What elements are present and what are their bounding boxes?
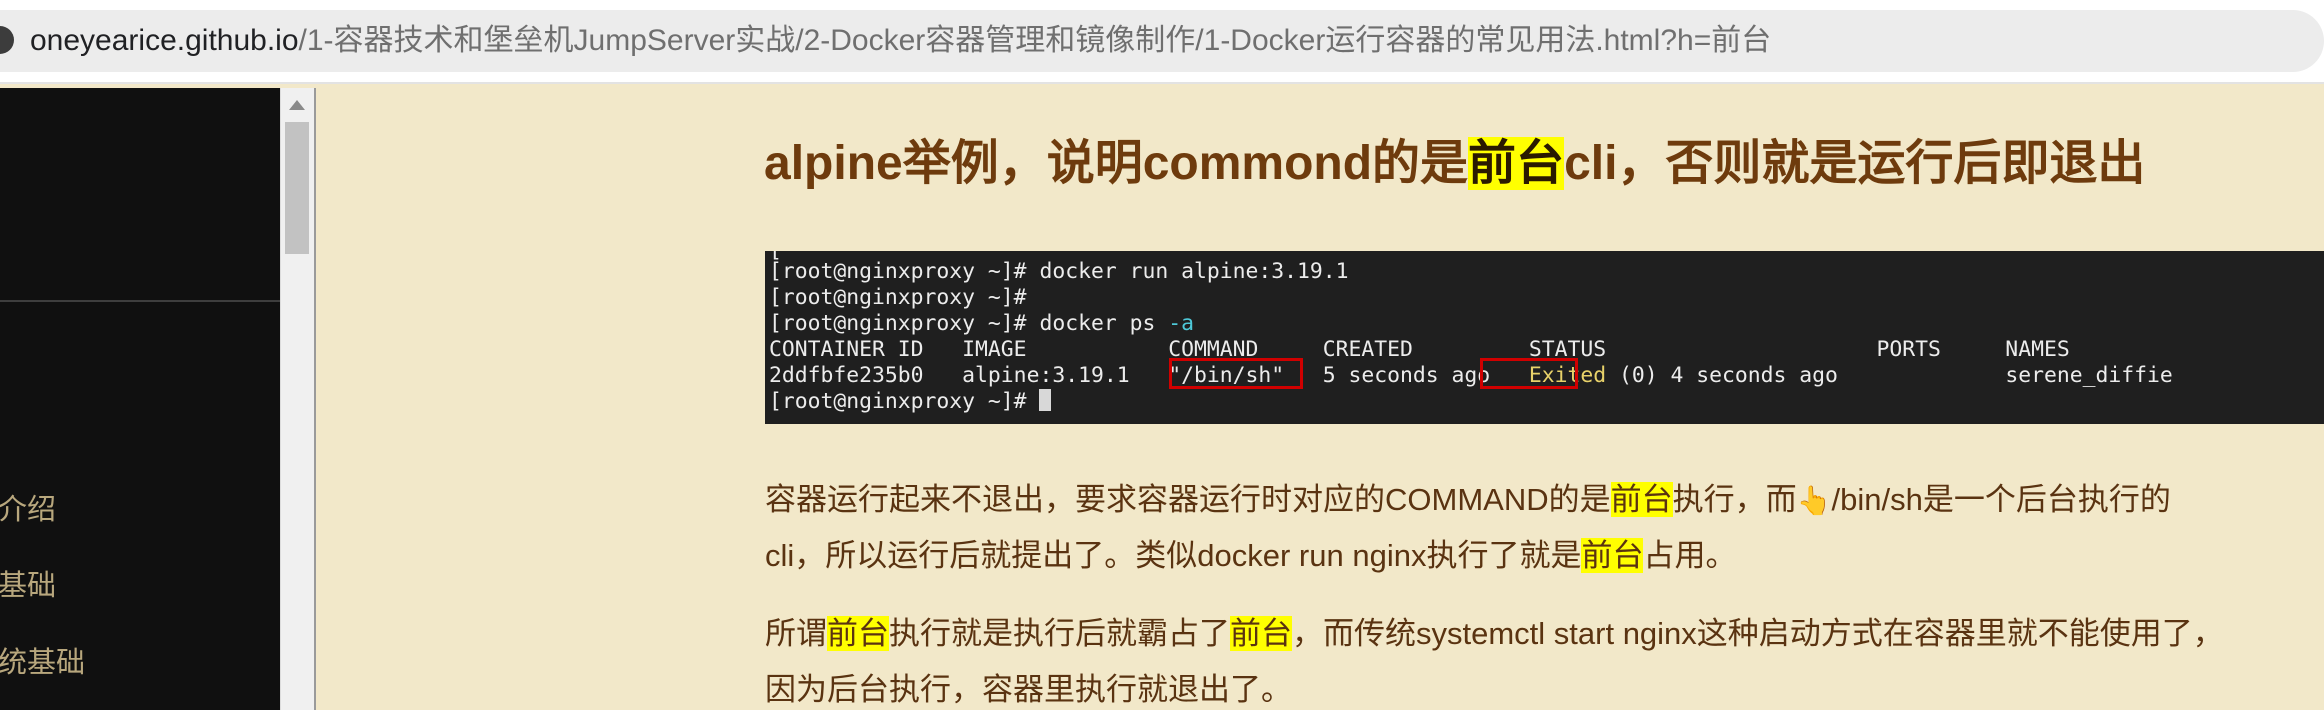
terminal-cursor (1039, 389, 1052, 411)
terminal-line: [root@nginxproxy ~]# (769, 285, 1027, 310)
sidebar: 介绍 基础 统基础 (0, 88, 280, 710)
terminal-prompt: [root@nginxproxy ~]# (769, 389, 1040, 414)
para-highlight: 前台 (1230, 616, 1292, 651)
terminal-prompt-line: [root@nginxproxy ~]# (769, 389, 1052, 415)
para-text: cli，所以运行后就提出了。类似docker run nginx执行了就是 (765, 538, 1582, 573)
sidebar-divider (0, 300, 280, 302)
para-highlight: 前台 (1610, 482, 1673, 517)
highlight-box-command (1169, 358, 1303, 389)
browser-toolbar: oneyearice.github.io/1-容器技术和堡垒机JumpServe… (0, 0, 2324, 84)
paragraph-2-line-1: 所谓前台执行就是执行后就霸占了前台，而传统systemctl start ngi… (765, 608, 2224, 653)
terminal-header-line: CONTAINER ID IMAGE COMMAND CREATED STATU… (769, 337, 2070, 362)
terminal-row-end: (0) 4 seconds ago serene_diffie (1606, 363, 2173, 388)
paragraph-1-line-2: cli，所以运行后就提出了。类似docker run nginx执行了就是前台占… (765, 530, 1736, 575)
terminal-flag: -a (1168, 311, 1194, 336)
terminal-screenshot: [ [root@nginxproxy ~]# docker run alpine… (765, 251, 2324, 424)
para-text: 容器运行起来不退出，要求容器运行时对应的COMMAND的是 (765, 482, 1611, 517)
para-highlight: 前台 (827, 616, 889, 651)
url-text[interactable]: oneyearice.github.io/1-容器技术和堡垒机JumpServe… (30, 22, 1771, 60)
title-highlight: 前台 (1468, 137, 1565, 190)
para-text: 执行就是执行后就霸占了 (889, 616, 1230, 651)
para-text: 所谓 (765, 616, 827, 651)
highlight-box-status (1480, 358, 1578, 389)
url-host: oneyearice.github.io (30, 24, 299, 57)
terminal-line: [root@nginxproxy ~]# docker run alpine:3… (769, 259, 1349, 284)
terminal-command: [root@nginxproxy ~]# docker ps (769, 311, 1169, 336)
section-title: alpine举例，说明commond的是前台cli，否则就是运行后即退出 (764, 134, 2145, 194)
title-part2: cli，否则就是运行后即退出 (1564, 137, 2146, 190)
scroll-thumb[interactable] (285, 122, 309, 254)
sidebar-item-system-basics[interactable]: 统基础 (0, 639, 85, 681)
url-path: /1-容器技术和堡垒机JumpServer实战/2-Docker容器管理和镜像制… (298, 24, 1772, 57)
pointing-finger-icon: 👆 (1796, 485, 1832, 516)
terminal-row-start: 2ddfbfe235b0 alpine:3.19.1 "/bin/sh" 5 s… (769, 363, 1529, 388)
terminal-row: 2ddfbfe235b0 alpine:3.19.1 "/bin/sh" 5 s… (769, 363, 2173, 389)
para-text: /bin/sh是一个后台执行的 (1831, 482, 2171, 517)
main-content: alpine举例，说明commond的是前台cli，否则就是运行后即退出 [ [… (316, 88, 2324, 710)
paragraph-1-line-1: 容器运行起来不退出，要求容器运行时对应的COMMAND的是前台执行，而👆/bin… (765, 474, 2171, 519)
address-bar[interactable]: oneyearice.github.io/1-容器技术和堡垒机JumpServe… (0, 10, 2324, 72)
para-text: 执行，而 (1672, 482, 1797, 517)
scroll-up-icon[interactable] (289, 100, 305, 110)
para-text: ，而传统systemctl start nginx这种启动方式在容器里就不能使用… (1292, 616, 2224, 651)
sidebar-item-basics[interactable]: 基础 (0, 562, 56, 604)
para-highlight: 前台 (1581, 538, 1644, 573)
terminal-line: [root@nginxproxy ~]# docker ps -a (769, 311, 1194, 337)
paragraph-2-line-2: 因为后台执行，容器里执行就退出了。 (765, 672, 1292, 707)
para-text: 占用。 (1643, 538, 1737, 573)
title-part1: alpine举例，说明commond的是 (764, 137, 1469, 190)
sidebar-item-intro[interactable]: 介绍 (0, 486, 56, 528)
sidebar-scrollbar[interactable] (280, 88, 314, 710)
site-icon[interactable] (0, 26, 14, 54)
